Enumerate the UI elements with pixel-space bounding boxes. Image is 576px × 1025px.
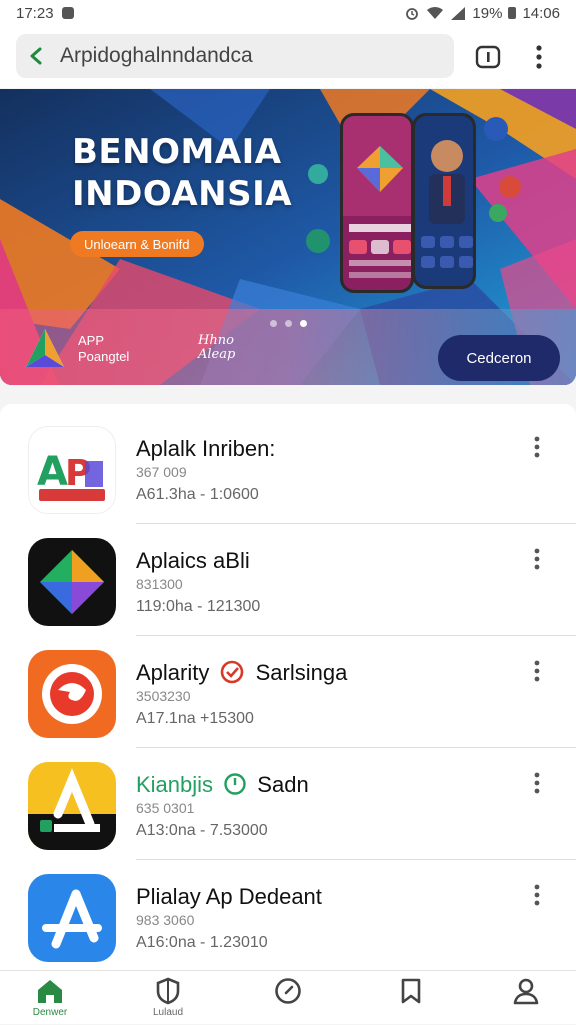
banner-logo-text: APP Poangtel [78,333,129,365]
profile-icon [513,978,539,1005]
bottom-navigation: Denwer Lulaud [0,970,576,1024]
battery-icon [508,7,517,19]
banner-script-line1: Hhno [198,333,234,348]
promo-banner[interactable]: BENOMAIA INDOANSIA Unloearn & Bonifd APP… [0,89,576,385]
banner-script-line2: Aleap [198,347,236,362]
banner-title-line2: INDOANSIA [72,174,293,214]
status-clock-right: 14:06 [522,4,560,22]
app-meta: A17.1na +15300 [136,710,254,727]
back-arrow-icon[interactable] [24,43,50,69]
banner-logo-line1: APP [78,333,105,348]
app-name: Kianbjis Sadn [136,772,309,798]
banner-title: BENOMAIA INDOANSIA [72,131,292,215]
app-name-extra: Sadn [257,772,309,797]
app-meta: 119:0ha - 121300 [136,598,261,615]
address-bar[interactable]: Arpidoghalnndandca [16,34,454,78]
notification-icon [61,7,74,19]
app-name: Aplaics aBli [136,548,250,573]
swirl-logo-icon [28,650,116,738]
app-size: 367 009 [136,464,187,480]
page-dot [270,320,277,327]
app-meta: A13:0na - 7.53000 [136,822,268,839]
app-portal-logo-icon [26,329,64,367]
status-time: 17:23 [16,4,54,22]
overflow-menu-icon[interactable] [526,42,552,72]
wifi-icon [427,6,444,19]
nav-bookmarks[interactable] [376,977,446,1025]
banner-pill: Unloearn & Bonifd [70,231,204,257]
banner-page-indicator [270,320,307,327]
app-size: 635 0301 [136,800,195,816]
diamond-logo-icon [28,538,116,626]
url-text[interactable]: Arpidoghalnndandca [60,44,253,68]
list-item[interactable]: Aplaics aBli 831300 119:0ha - 121300 [0,524,576,636]
banner-title-line1: BENOMAIA [72,132,282,172]
app-list: A P Aplalk Inriben: 367 009 A61.3ha - 1:… [0,404,576,972]
app-size: 831300 [136,576,183,592]
phone-screen-right [415,116,473,286]
row-overflow-icon[interactable] [526,770,548,796]
app-name-main: Aplarity [136,660,210,685]
tabs-icon[interactable] [474,43,502,71]
compass-icon [275,978,301,1004]
lambda-logo-icon [28,762,116,850]
banner-script-logo: Hhno Aleap [198,334,235,362]
shield-icon [156,977,180,1005]
nav-home[interactable]: Denwer [15,977,85,1025]
app-store-icon [28,874,116,962]
signal-icon [451,7,466,20]
app-name-extra: Sarlsinga [255,660,348,685]
app-size: 3503230 [136,688,191,704]
home-icon [38,980,62,1003]
app-name: Aplalk Inriben: [136,436,276,461]
browser-toolbar: Arpidoghalnndandca [0,26,576,88]
status-left: 17:23 [16,5,74,22]
banner-logo-line2: Poangtel [78,349,130,364]
row-overflow-icon[interactable] [526,546,548,572]
badge-icon [221,660,244,684]
phone-screen-left [343,116,411,290]
app-name: Plialay Ap Dedeant [136,884,322,909]
apk-logo-icon: A P [28,426,116,514]
list-item[interactable]: A P Aplalk Inriben: 367 009 A61.3ha - 1:… [0,412,576,524]
nav-home-label: Denwer [32,1007,68,1018]
row-overflow-icon[interactable] [526,434,548,460]
nav-explore[interactable] [253,977,323,1025]
svg-text:A: A [37,449,68,495]
nav-profile[interactable] [491,977,561,1025]
status-bar: 17:23 19% 14:06 [0,0,576,26]
nav-security-label: Lulaud [152,1007,184,1018]
battery-text: 19% [472,4,503,22]
bookmark-icon [401,978,421,1004]
app-name: Aplarity Sarlsinga [136,660,347,686]
app-meta: A16:0na - 1.23010 [136,934,268,951]
phone-illustration-right [412,113,476,289]
alarm-icon [406,8,419,20]
page-dot [285,320,292,327]
app-name-main: Kianbjis [136,772,214,797]
clock-badge-icon [224,773,246,795]
list-item[interactable]: Aplarity Sarlsinga 3503230 A17.1na +1530… [0,636,576,748]
row-overflow-icon[interactable] [526,882,548,908]
nav-security[interactable]: Lulaud [133,977,203,1025]
banner-cta-button[interactable]: Cedceron [438,335,560,381]
row-overflow-icon[interactable] [526,658,548,684]
app-meta: A61.3ha - 1:0600 [136,486,259,503]
list-item[interactable]: Kianbjis Sadn 635 0301 A13:0na - 7.53000 [0,748,576,860]
phone-illustration-left [340,113,414,293]
app-size: 983 3060 [136,912,195,928]
status-right: 19% 14:06 [404,5,560,22]
page-dot-active [300,320,307,327]
list-item[interactable]: Plialay Ap Dedeant 983 3060 A16:0na - 1.… [0,860,576,972]
